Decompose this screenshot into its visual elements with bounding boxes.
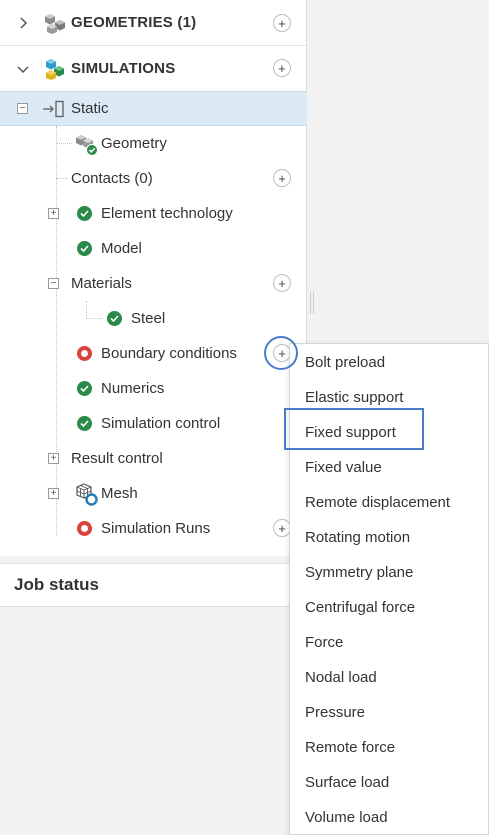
check-circle-icon	[77, 381, 92, 396]
tree-item-boundary-conditions[interactable]: Boundary conditions +	[0, 336, 307, 371]
tree-item-simulation-runs-label: Simulation Runs	[101, 520, 211, 537]
tree-item-numerics-label: Numerics	[101, 380, 165, 397]
tree-item-element-technology-label: Element technology	[101, 205, 233, 222]
menu-item-nodal-load[interactable]: Nodal load	[290, 660, 488, 695]
tree-item-simulation-control-label: Simulation control	[101, 415, 221, 432]
menu-item-force[interactable]: Force	[290, 625, 488, 660]
tree-item-simulation-runs[interactable]: Simulation Runs +	[0, 511, 307, 546]
tree-item-static[interactable]: − Static	[0, 91, 307, 126]
tree-item-materials-label: Materials	[71, 275, 132, 292]
geometry-status-icon	[76, 135, 98, 156]
section-simulations[interactable]: SIMULATIONS +	[0, 46, 307, 92]
section-simulations-label: SIMULATIONS	[71, 60, 176, 77]
menu-item-centrifugal-force[interactable]: Centrifugal force	[290, 590, 488, 625]
menu-item-bolt-preload[interactable]: Bolt preload	[290, 345, 488, 380]
menu-item-surface-load[interactable]: Surface load	[290, 765, 488, 800]
section-geometries[interactable]: GEOMETRIES (1) +	[0, 0, 307, 46]
tree-item-geometry[interactable]: Geometry	[0, 126, 307, 161]
tree-item-geometry-label: Geometry	[101, 135, 167, 152]
tree-item-materials[interactable]: − Materials +	[0, 266, 307, 301]
tree-item-contacts[interactable]: Contacts (0) +	[0, 161, 307, 196]
expand-toggle[interactable]: +	[48, 488, 59, 499]
tree-item-element-technology[interactable]: + Element technology	[0, 196, 307, 231]
fixed-support-highlight-box	[284, 408, 424, 450]
job-status-header[interactable]: Job status	[0, 563, 300, 607]
tree-item-contacts-label: Contacts (0)	[71, 170, 153, 187]
tree-item-boundary-conditions-label: Boundary conditions	[101, 345, 237, 362]
collapse-toggle[interactable]: −	[17, 103, 28, 114]
menu-item-fixed-value[interactable]: Fixed value	[290, 450, 488, 485]
add-material-button[interactable]: +	[273, 274, 291, 292]
tree-item-model[interactable]: Model	[0, 231, 307, 266]
check-circle-icon	[107, 311, 122, 326]
chevron-right-icon[interactable]	[17, 17, 29, 29]
geometry-cubes-icon	[45, 14, 65, 34]
menu-item-remote-force[interactable]: Remote force	[290, 730, 488, 765]
menu-item-volume-load[interactable]: Volume load	[290, 800, 488, 835]
expand-toggle[interactable]: +	[48, 208, 59, 219]
add-simulation-button[interactable]: +	[273, 59, 291, 77]
tree-item-mesh[interactable]: + Mesh	[0, 476, 307, 511]
check-circle-icon	[77, 241, 92, 256]
simulations-cubes-icon	[46, 59, 64, 80]
simulation-tree-panel: GEOMETRIES (1) + SIMULATIONS + − Static	[0, 0, 307, 556]
add-geometry-button[interactable]: +	[273, 14, 291, 32]
tree-item-numerics[interactable]: Numerics	[0, 371, 307, 406]
mesh-icon	[76, 483, 98, 506]
chevron-down-icon[interactable]	[17, 63, 29, 75]
section-geometries-label: GEOMETRIES (1)	[71, 14, 197, 31]
collapse-toggle[interactable]: −	[48, 278, 59, 289]
menu-item-symmetry-plane[interactable]: Symmetry plane	[290, 555, 488, 590]
tree-item-steel-label: Steel	[131, 310, 166, 327]
add-contact-button[interactable]: +	[273, 169, 291, 187]
menu-item-pressure[interactable]: Pressure	[290, 695, 488, 730]
tree-item-steel[interactable]: Steel	[0, 301, 307, 336]
error-circle-icon	[77, 346, 92, 361]
tree-item-result-control[interactable]: + Result control	[0, 441, 307, 476]
panel-resize-handle[interactable]	[310, 292, 314, 314]
job-status-label: Job status	[14, 575, 100, 594]
check-circle-icon	[77, 416, 92, 431]
tree-item-simulation-control[interactable]: Simulation control	[0, 406, 307, 441]
menu-item-remote-displacement[interactable]: Remote displacement	[290, 485, 488, 520]
tree-item-static-label: Static	[71, 100, 109, 117]
error-circle-icon	[77, 521, 92, 536]
check-circle-icon	[77, 206, 92, 221]
expand-toggle[interactable]: +	[48, 453, 59, 464]
add-button-highlight-circle	[264, 336, 298, 370]
static-analysis-icon	[43, 100, 64, 118]
tree-item-result-control-label: Result control	[71, 450, 163, 467]
tree-item-model-label: Model	[101, 240, 142, 257]
tree-item-mesh-label: Mesh	[101, 485, 138, 502]
menu-item-rotating-motion[interactable]: Rotating motion	[290, 520, 488, 555]
